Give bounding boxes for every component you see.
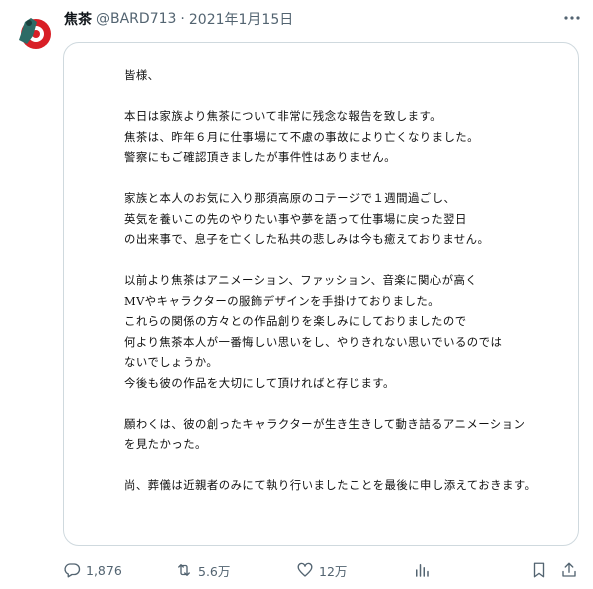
bookmark-icon [533, 562, 545, 578]
header-separator: · [180, 11, 185, 27]
letter-line: の出来事で、息子を亡くした私共の悲しみは今も癒えておりません。 [124, 232, 490, 246]
letter-line: 以前より焦茶はアニメーション、ファッション、音楽に関心が高く [124, 273, 478, 287]
like-count: 12万 [319, 563, 348, 579]
retweet-count: 5.6万 [198, 563, 231, 579]
user-handle[interactable]: @BARD713 [96, 11, 176, 27]
letter-line: 願わくは、彼の創ったキャラクターが生き生きして動き詰るアニメーション [124, 416, 526, 431]
share-button[interactable] [560, 557, 578, 583]
letter-line: ないでしょうか。 [124, 355, 219, 369]
letter-line: これらの関係の方々との作品創りを楽しみにしておりましたので [124, 314, 467, 328]
letter-line: 何より焦茶本人が一番悔しい思いをし、やりきれない思いでいるのでは [124, 334, 503, 349]
letter-line: 焦茶は、昨年６月に仕事場にて不慮の事故により亡くなりました。 [124, 129, 479, 144]
letter-line: 尚、葬儀は近親者のみにて執り行いましたことを最後に申し添えておきます。 [124, 478, 537, 492]
reply-bubble-icon [64, 563, 81, 578]
retweet-button[interactable]: 5.6万 [175, 557, 230, 583]
letter-line: 警察にもご確認頂きましたが事件性はありません。 [124, 150, 396, 164]
letter-line: MVやキャラクターの服飾デザインを手掛けておりました。 [124, 293, 441, 308]
letter-text: 皆様、 本日は家族より焦茶について非常に残念な報告を致します。 焦茶は、昨年６月… [124, 65, 564, 496]
tweet-header: 焦茶 @BARD713 · 2021年1月15日 [64, 9, 293, 29]
display-name[interactable]: 焦茶 [64, 9, 92, 29]
reply-button[interactable]: 1,876 [63, 557, 122, 583]
letter-line: 今後も彼の作品を大切にして頂ければと存じます。 [124, 375, 395, 390]
avatar[interactable] [13, 10, 53, 50]
more-dots-icon [564, 16, 580, 20]
bookmark-button[interactable] [530, 557, 548, 583]
tweet-date[interactable]: 2021年1月15日 [189, 9, 293, 29]
reply-count: 1,876 [86, 562, 122, 578]
letter-line: 英気を養いこの先のやりたい事や夢を語って仕事場に戻った翌日 [124, 211, 467, 226]
tweet-media-image[interactable]: 皆様、 本日は家族より焦茶について非常に残念な報告を致します。 焦茶は、昨年６月… [63, 42, 579, 546]
more-options-button[interactable] [561, 8, 583, 28]
letter-salutation: 皆様、 [124, 68, 160, 82]
heart-icon [297, 562, 313, 577]
letter-line: を見たかった。 [124, 437, 207, 451]
retweet-arrows-icon [178, 564, 190, 576]
analytics-bars-icon [416, 564, 429, 577]
views-button[interactable] [413, 557, 431, 583]
tweet-action-bar: 1,876 5.6万 12万 [63, 557, 583, 583]
letter-line: 本日は家族より焦茶について非常に残念な報告を致します。 [124, 109, 442, 123]
like-button[interactable]: 12万 [296, 557, 347, 583]
letter-line: 家族と本人のお気に入り那須高原のコテージで１週間過ごし、 [124, 191, 456, 205]
share-upload-icon [562, 562, 576, 577]
avatar-red-circle-icon [13, 10, 53, 50]
